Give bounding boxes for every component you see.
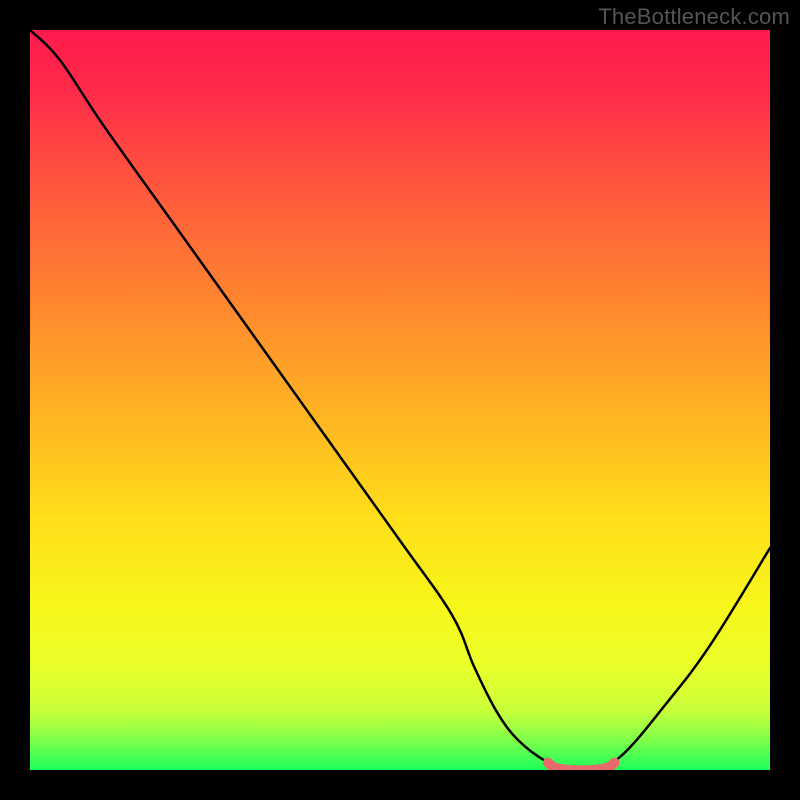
chart-svg — [30, 30, 770, 770]
chart-frame: TheBottleneck.com — [0, 0, 800, 800]
gradient-rect — [30, 30, 770, 770]
watermark-text: TheBottleneck.com — [598, 4, 790, 30]
plot-area — [30, 30, 770, 770]
